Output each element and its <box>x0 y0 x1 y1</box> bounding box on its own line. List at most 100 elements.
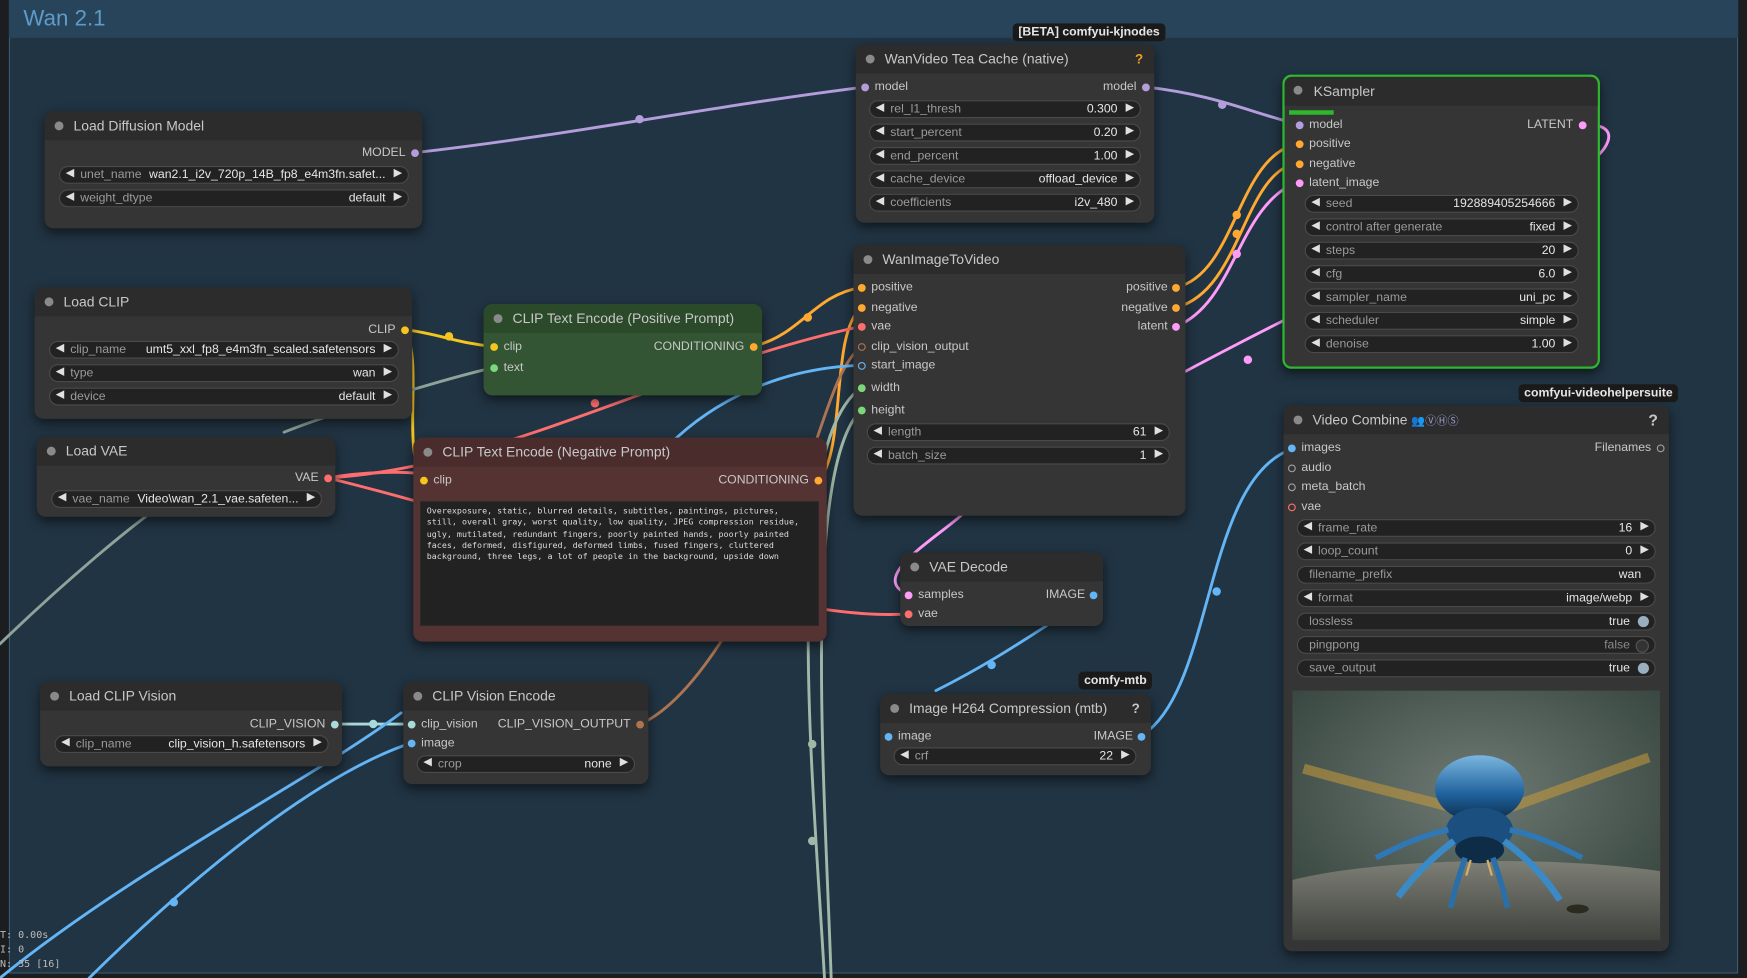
arrow-left-icon[interactable]: ◀ <box>876 172 885 184</box>
arrow-left-icon[interactable]: ◀ <box>1311 336 1320 348</box>
widget-end-percent[interactable]: ◀ end_percent 1.00 ▶ <box>869 147 1141 165</box>
node-clip-text-negative[interactable]: CLIP Text Encode (Negative Prompt) clip … <box>413 437 827 642</box>
widget-type[interactable]: ◀ type wan ▶ <box>49 364 399 383</box>
collapse-dot-icon[interactable] <box>423 447 433 457</box>
output-socket-model[interactable] <box>1142 82 1150 91</box>
arrow-right-icon[interactable]: ▶ <box>394 167 403 179</box>
node-title-bar[interactable]: WanImageToVideo <box>853 245 1186 275</box>
input-socket-image[interactable] <box>884 732 893 741</box>
input-socket-start-image[interactable] <box>857 361 866 370</box>
arrow-left-icon[interactable]: ◀ <box>61 736 70 748</box>
widget-cache-device[interactable]: ◀ cache_device offload_device ▶ <box>869 170 1141 189</box>
arrow-left-icon[interactable]: ◀ <box>56 389 65 401</box>
node-title-bar[interactable]: WanVideo Tea Cache (native)? <box>855 44 1155 74</box>
arrow-right-icon[interactable]: ▶ <box>384 389 393 401</box>
node-title-bar[interactable]: CLIP Text Encode (Negative Prompt) <box>413 437 827 467</box>
arrow-right-icon[interactable]: ▶ <box>1563 290 1572 302</box>
node-title-bar[interactable]: CLIP Vision Encode <box>403 681 649 711</box>
widget-start-percent[interactable]: ◀ start_percent 0.20 ▶ <box>869 123 1141 142</box>
output-socket-latent[interactable] <box>1578 120 1587 129</box>
widget-scheduler[interactable]: ◀ scheduler simple ▶ <box>1304 311 1579 330</box>
arrow-right-icon[interactable]: ▶ <box>1155 424 1164 436</box>
widget-device[interactable]: ◀ device default ▶ <box>49 387 399 406</box>
arrow-left-icon[interactable]: ◀ <box>1311 266 1320 278</box>
arrow-left-icon[interactable]: ◀ <box>423 756 432 768</box>
node-title-bar[interactable]: CLIP Text Encode (Positive Prompt) <box>483 304 763 334</box>
input-socket-width[interactable] <box>857 383 866 392</box>
output-socket-latent[interactable] <box>1172 322 1180 331</box>
help-icon[interactable]: ? <box>1135 45 1143 74</box>
node-title-bar[interactable]: Load CLIP <box>34 287 413 317</box>
arrow-right-icon[interactable]: ▶ <box>1126 172 1135 184</box>
output-socket-vae[interactable] <box>324 473 333 482</box>
node-load-vae[interactable]: Load VAE VAE ◀ vae_name Video\wan_2.1_vae.… <box>36 436 336 517</box>
arrow-right-icon[interactable]: ▶ <box>307 491 316 503</box>
node-title-bar[interactable]: Load VAE <box>36 436 336 466</box>
input-socket-images[interactable] <box>1287 443 1296 452</box>
arrow-right-icon[interactable]: ▶ <box>394 190 403 202</box>
input-socket-positive[interactable] <box>1295 139 1304 148</box>
input-socket-model[interactable] <box>861 82 870 91</box>
arrow-left-icon[interactable]: ◀ <box>1311 290 1320 302</box>
toggle-save-output[interactable]: save_output true <box>1296 659 1656 678</box>
output-socket-conditioning[interactable] <box>749 342 758 351</box>
input-socket-clip-vision[interactable] <box>407 720 416 728</box>
arrow-right-icon[interactable]: ▶ <box>1563 336 1572 348</box>
group-title[interactable]: Wan 2.1 <box>23 7 105 33</box>
collapse-dot-icon[interactable] <box>1293 415 1303 425</box>
widget-format[interactable]: ◀ format image/webp ▶ <box>1296 589 1656 608</box>
output-socket-negative[interactable] <box>1172 303 1180 312</box>
collapse-dot-icon[interactable] <box>493 314 503 324</box>
arrow-left-icon[interactable]: ◀ <box>1311 243 1320 255</box>
arrow-left-icon[interactable]: ◀ <box>876 125 885 137</box>
output-socket-conditioning[interactable] <box>814 476 823 484</box>
widget-crop[interactable]: ◀ crop none ▶ <box>416 755 636 774</box>
arrow-left-icon[interactable]: ◀ <box>876 101 885 113</box>
widget-loop-count[interactable]: ◀ loop_count 0 ▶ <box>1296 542 1656 561</box>
arrow-right-icon[interactable]: ▶ <box>1563 266 1572 278</box>
arrow-right-icon[interactable]: ▶ <box>384 342 393 354</box>
output-socket-image[interactable] <box>1137 732 1146 741</box>
widget-sampler-name[interactable]: ◀ sampler_name uni_pc ▶ <box>1304 288 1579 307</box>
input-socket-audio[interactable] <box>1287 463 1296 472</box>
node-vae-decode[interactable]: VAE Decode samples vae IMAGE <box>900 552 1104 627</box>
arrow-right-icon[interactable]: ▶ <box>1126 148 1135 160</box>
help-icon[interactable]: ? <box>1648 405 1658 434</box>
arrow-right-icon[interactable]: ▶ <box>620 756 629 768</box>
collapse-dot-icon[interactable] <box>46 446 56 456</box>
widget-batch-size[interactable]: ◀ batch_size 1 ▶ <box>866 446 1170 465</box>
collapse-dot-icon[interactable] <box>865 54 875 64</box>
collapse-dot-icon[interactable] <box>890 703 900 713</box>
widget-vae-name[interactable]: ◀ vae_name Video\wan_2.1_vae.safeten... ▶ <box>51 490 322 508</box>
arrow-right-icon[interactable]: ▶ <box>1640 520 1649 532</box>
widget-weight-dtype[interactable]: ◀ weight_dtype default ▶ <box>59 189 409 208</box>
toggle-pingpong[interactable]: pingpong false <box>1296 636 1656 654</box>
widget-unet-name[interactable]: ◀ unet_name wan2.1_i2v_720p_14B_fp8_e4m3fn… <box>59 165 409 184</box>
node-clip-text-positive[interactable]: CLIP Text Encode (Positive Prompt) clip … <box>483 304 763 396</box>
arrow-left-icon[interactable]: ◀ <box>874 424 883 436</box>
arrow-left-icon[interactable]: ◀ <box>56 342 65 354</box>
node-ksampler[interactable]: KSampler model positive negative latent_… <box>1282 74 1600 369</box>
input-socket-vae[interactable] <box>857 322 866 331</box>
node-title-bar[interactable]: Image H264 Compression (mtb)? <box>880 693 1151 723</box>
arrow-right-icon[interactable]: ▶ <box>384 365 393 377</box>
input-socket-latent-image[interactable] <box>1295 178 1304 187</box>
output-socket-clip[interactable] <box>401 325 409 334</box>
arrow-left-icon[interactable]: ◀ <box>66 167 75 179</box>
collapse-dot-icon[interactable] <box>1293 85 1303 95</box>
widget-frame-rate[interactable]: ◀ frame_rate 16 ▶ <box>1296 519 1656 537</box>
output-socket-clip-vision[interactable] <box>330 720 339 728</box>
arrow-left-icon[interactable]: ◀ <box>56 365 65 377</box>
output-socket-positive[interactable] <box>1172 283 1180 292</box>
toggle-lossless[interactable]: lossless true <box>1296 612 1656 631</box>
output-socket-filenames[interactable] <box>1656 443 1665 452</box>
input-socket-negative[interactable] <box>857 303 866 312</box>
input-socket-vae[interactable] <box>904 609 913 618</box>
group-titlebar[interactable]: Wan 2.1 <box>8 0 1739 38</box>
input-socket-clip-vision-output[interactable] <box>857 342 866 351</box>
widget-rel-l1-thresh[interactable]: ◀ rel_l1_thresh 0.300 ▶ <box>869 100 1141 119</box>
arrow-left-icon[interactable]: ◀ <box>66 190 75 202</box>
node-load-clip[interactable]: Load CLIP CLIP ◀ clip_name umt5_xxl_fp8_e4… <box>34 287 413 419</box>
input-socket-vae[interactable] <box>1287 502 1296 511</box>
arrow-left-icon[interactable]: ◀ <box>1311 313 1320 325</box>
